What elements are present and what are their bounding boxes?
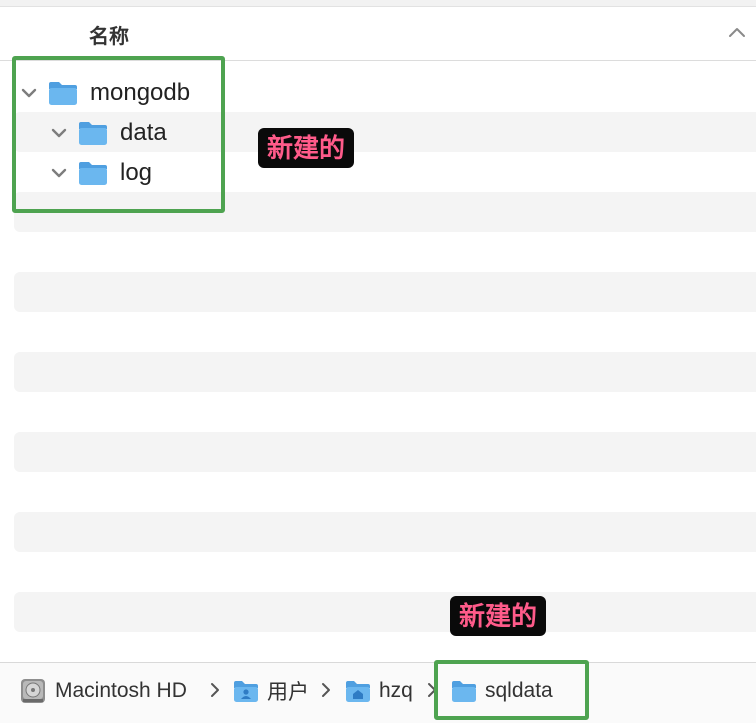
users-folder-icon xyxy=(234,681,258,702)
crumb-label: Macintosh HD xyxy=(55,679,187,702)
crumb-macintosh-hd[interactable]: Macintosh HD xyxy=(19,677,187,705)
path-separator-chevron-icon xyxy=(322,683,330,697)
annotation-tag-new: 新建的 xyxy=(258,128,355,168)
column-header-name[interactable]: 名称 xyxy=(89,20,129,49)
sort-ascending-icon[interactable] xyxy=(728,25,746,39)
crumb-users[interactable]: 用户 xyxy=(233,677,309,705)
crumb-label: hzq xyxy=(379,679,413,702)
list-row-stripe xyxy=(14,272,756,312)
highlight-frame-sqldata xyxy=(434,660,589,720)
path-bar: Macintosh HD 用户 hzq sqldata xyxy=(0,662,756,723)
list-row-stripe xyxy=(14,512,756,552)
home-folder-icon xyxy=(346,681,370,702)
crumb-label: 用户 xyxy=(267,681,309,704)
list-header: 名称 xyxy=(0,7,756,61)
list-row-stripe xyxy=(14,432,756,472)
path-separator-chevron-icon xyxy=(211,683,219,697)
list-row-stripe xyxy=(14,352,756,392)
window-top-edge xyxy=(0,0,756,7)
list-row-stripe xyxy=(14,592,756,632)
annotation-tag-new: 新建的 xyxy=(450,596,547,636)
highlight-frame-tree xyxy=(12,56,225,213)
crumb-home[interactable]: hzq xyxy=(345,677,413,705)
hard-drive-icon xyxy=(21,679,45,703)
